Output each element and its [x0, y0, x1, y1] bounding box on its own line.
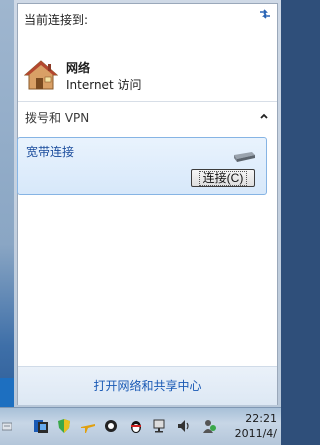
- chevron-up-icon[interactable]: [259, 111, 269, 121]
- network-tray-icon[interactable]: [152, 418, 168, 434]
- section-divider: [18, 101, 277, 102]
- dialup-vpn-title: 拨号和 VPN: [25, 111, 90, 125]
- current-connection-title: 当前连接到:: [24, 13, 89, 27]
- modem-icon: [234, 152, 255, 162]
- volume-icon[interactable]: [176, 418, 192, 434]
- broadband-connection-name: 宽带连接: [26, 145, 75, 159]
- broadband-connection-item[interactable]: 宽带连接 连接(C): [17, 137, 267, 195]
- refresh-arrows-icon: [260, 9, 270, 19]
- connect-button-label: 连接(C): [198, 170, 248, 186]
- app-icon[interactable]: [103, 418, 119, 434]
- connected-network-item[interactable]: 网络 Internet 访问: [24, 55, 254, 95]
- airplane-icon[interactable]: [80, 418, 96, 434]
- qq-penguin-icon[interactable]: [128, 418, 144, 434]
- user-icon[interactable]: [201, 418, 217, 434]
- network-access-status: Internet 访问: [66, 78, 142, 92]
- network-flyout: 当前连接到: 网络 Internet 访问 拨号和 VPN: [14, 0, 281, 409]
- taskbar-clock[interactable]: 22:21 2011/4/: [235, 411, 277, 441]
- flyout-footer: 打开网络和共享中心: [18, 366, 277, 405]
- keyboard-icon[interactable]: [2, 418, 12, 434]
- network-sharing-center-link[interactable]: 打开网络和共享中心: [18, 377, 277, 394]
- connect-button[interactable]: 连接(C): [191, 169, 255, 187]
- shield-icon[interactable]: [56, 418, 72, 434]
- clock-date: 2011/4/: [234, 427, 277, 440]
- dialup-vpn-section-header[interactable]: 拨号和 VPN: [18, 104, 277, 130]
- home-network-icon: [24, 60, 58, 90]
- refresh-button[interactable]: [257, 6, 273, 22]
- network-name: 网络: [66, 61, 91, 75]
- taskbar: 22:21 2011/4/: [0, 407, 281, 445]
- clock-time: 22:21: [245, 412, 277, 425]
- network-status-icon[interactable]: [33, 418, 49, 434]
